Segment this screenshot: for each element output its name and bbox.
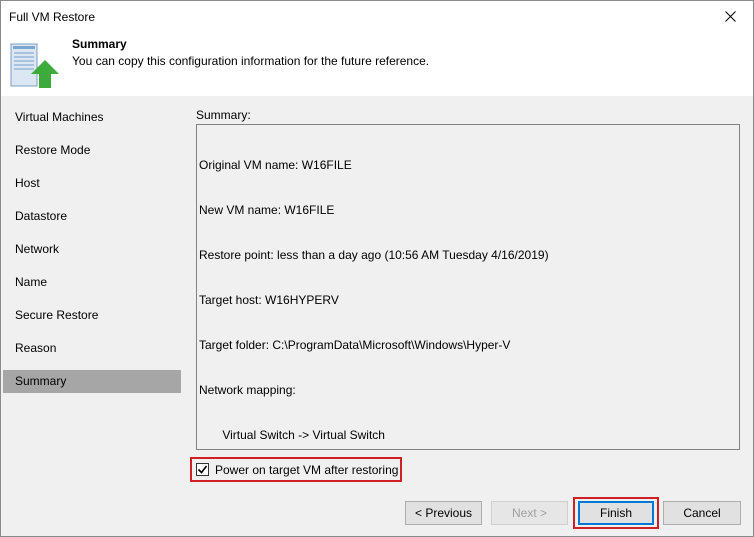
nav-item-network[interactable]: Network — [3, 238, 181, 261]
wizard-body: Virtual Machines Restore Mode Host Datas… — [1, 96, 753, 489]
nav-item-virtual-machines[interactable]: Virtual Machines — [3, 106, 181, 129]
full-vm-restore-window: Full VM Restore Summary You can copy thi… — [0, 0, 754, 537]
summary-textbox[interactable]: Original VM name: W16FILE New VM name: W… — [196, 124, 740, 450]
restore-vm-icon — [10, 43, 59, 88]
nav-item-datastore[interactable]: Datastore — [3, 205, 181, 228]
nav-item-name[interactable]: Name — [3, 271, 181, 294]
summary-line-restore-point: Restore point: less than a day ago (10:5… — [199, 248, 549, 262]
summary-line-new-vm: New VM name: W16FILE — [199, 203, 335, 217]
power-on-checkbox[interactable] — [196, 463, 209, 476]
page-subtitle: You can copy this configuration informat… — [72, 54, 430, 68]
summary-line-network-switch: Virtual Switch -> Virtual Switch — [199, 428, 385, 442]
nav-item-summary[interactable]: Summary — [3, 370, 181, 393]
finish-button[interactable]: Finish — [578, 501, 654, 525]
previous-button[interactable]: < Previous — [405, 501, 482, 525]
summary-line-original-vm: Original VM name: W16FILE — [199, 158, 352, 172]
summary-line-target-host: Target host: W16HYPERV — [199, 293, 339, 307]
nav-item-host[interactable]: Host — [3, 172, 181, 195]
next-button[interactable]: Next > — [491, 501, 568, 525]
close-icon — [724, 11, 736, 22]
nav-item-restore-mode[interactable]: Restore Mode — [3, 139, 181, 162]
title-bar: Full VM Restore — [1, 1, 753, 32]
summary-label: Summary: — [196, 108, 251, 122]
summary-line-network-mapping: Network mapping: — [199, 383, 296, 397]
page-title: Summary — [72, 37, 127, 51]
window-title: Full VM Restore — [9, 10, 96, 24]
power-on-option[interactable]: Power on target VM after restoring — [190, 457, 402, 482]
nav-item-reason[interactable]: Reason — [3, 337, 181, 360]
wizard-header: Summary You can copy this configuration … — [1, 32, 753, 96]
close-button[interactable] — [707, 1, 753, 32]
summary-line-target-folder: Target folder: C:\ProgramData\Microsoft\… — [199, 338, 511, 352]
nav-item-secure-restore[interactable]: Secure Restore — [3, 304, 181, 327]
wizard-footer: < Previous Next > Finish Cancel — [1, 489, 753, 536]
summary-panel: Summary: Original VM name: W16FILE New V… — [188, 101, 746, 484]
cancel-button[interactable]: Cancel — [663, 501, 741, 525]
checkmark-icon — [197, 465, 208, 474]
power-on-label: Power on target VM after restoring — [215, 462, 399, 477]
wizard-steps-nav: Virtual Machines Restore Mode Host Datas… — [1, 96, 181, 489]
